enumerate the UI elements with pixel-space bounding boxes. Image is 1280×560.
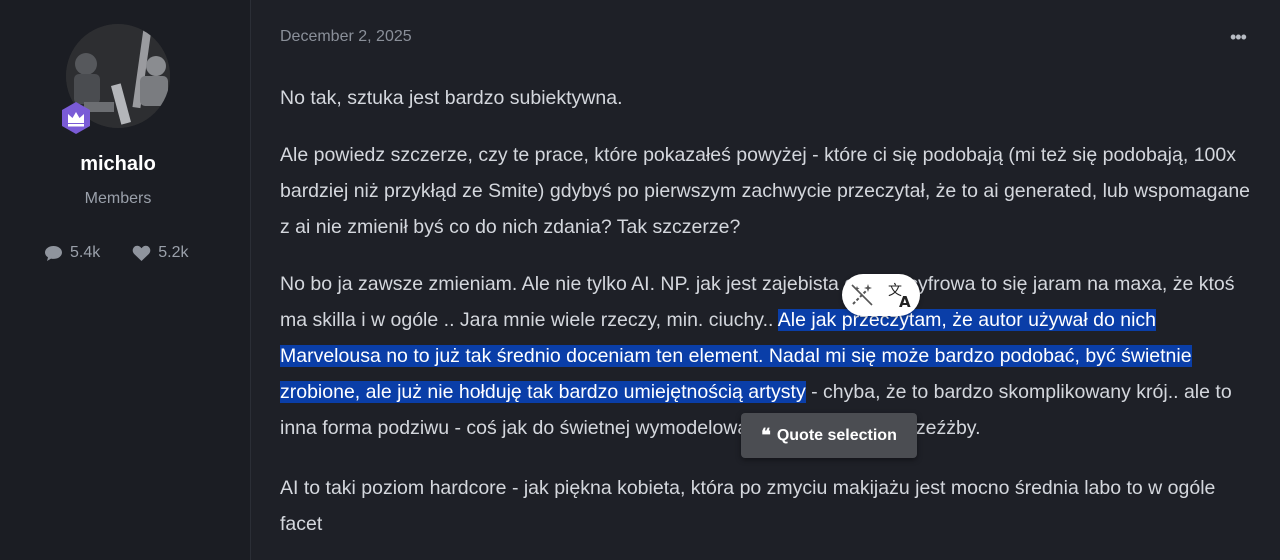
user-stats: 5.4k 5.2k [44,244,189,262]
posts-count: 5.4k [44,244,100,262]
post-paragraph: Ale powiedz szczerze, czy te prace, któr… [280,144,1251,238]
quote-icon: ❝ [761,424,771,446]
translate-icon: 文 A [888,283,911,309]
rank-badge-icon [62,102,90,134]
posts-count-value: 5.4k [70,244,101,261]
translate-button[interactable]: 文 A [885,279,917,311]
post-paragraph: AI to taki poziom hardcore - jak piękna … [280,477,1216,535]
heart-icon [132,245,151,261]
more-options-icon[interactable]: ••• [1230,26,1250,48]
author-sidebar: michalo Members 5.4k 5.2k [0,0,251,560]
post-date[interactable]: December 2, 2025 [280,28,412,46]
quote-selection-button[interactable]: ❝ Quote selection [741,413,917,458]
comment-icon [45,245,62,261]
selection-floating-toolbar: 文 A [842,274,920,316]
avatar-container[interactable] [62,24,170,134]
quote-selection-label: Quote selection [776,426,897,444]
user-group: Members [84,190,152,207]
svg-text:A: A [899,293,911,309]
magic-wand-button[interactable] [846,279,878,311]
post-paragraph: No tak, sztuka jest bardzo subiektywna. [280,87,623,109]
magic-wand-icon [850,284,873,306]
reputation-count-value: 5.2k [158,244,189,261]
reputation-count: 5.2k [132,244,189,262]
username[interactable]: michalo [0,153,236,176]
